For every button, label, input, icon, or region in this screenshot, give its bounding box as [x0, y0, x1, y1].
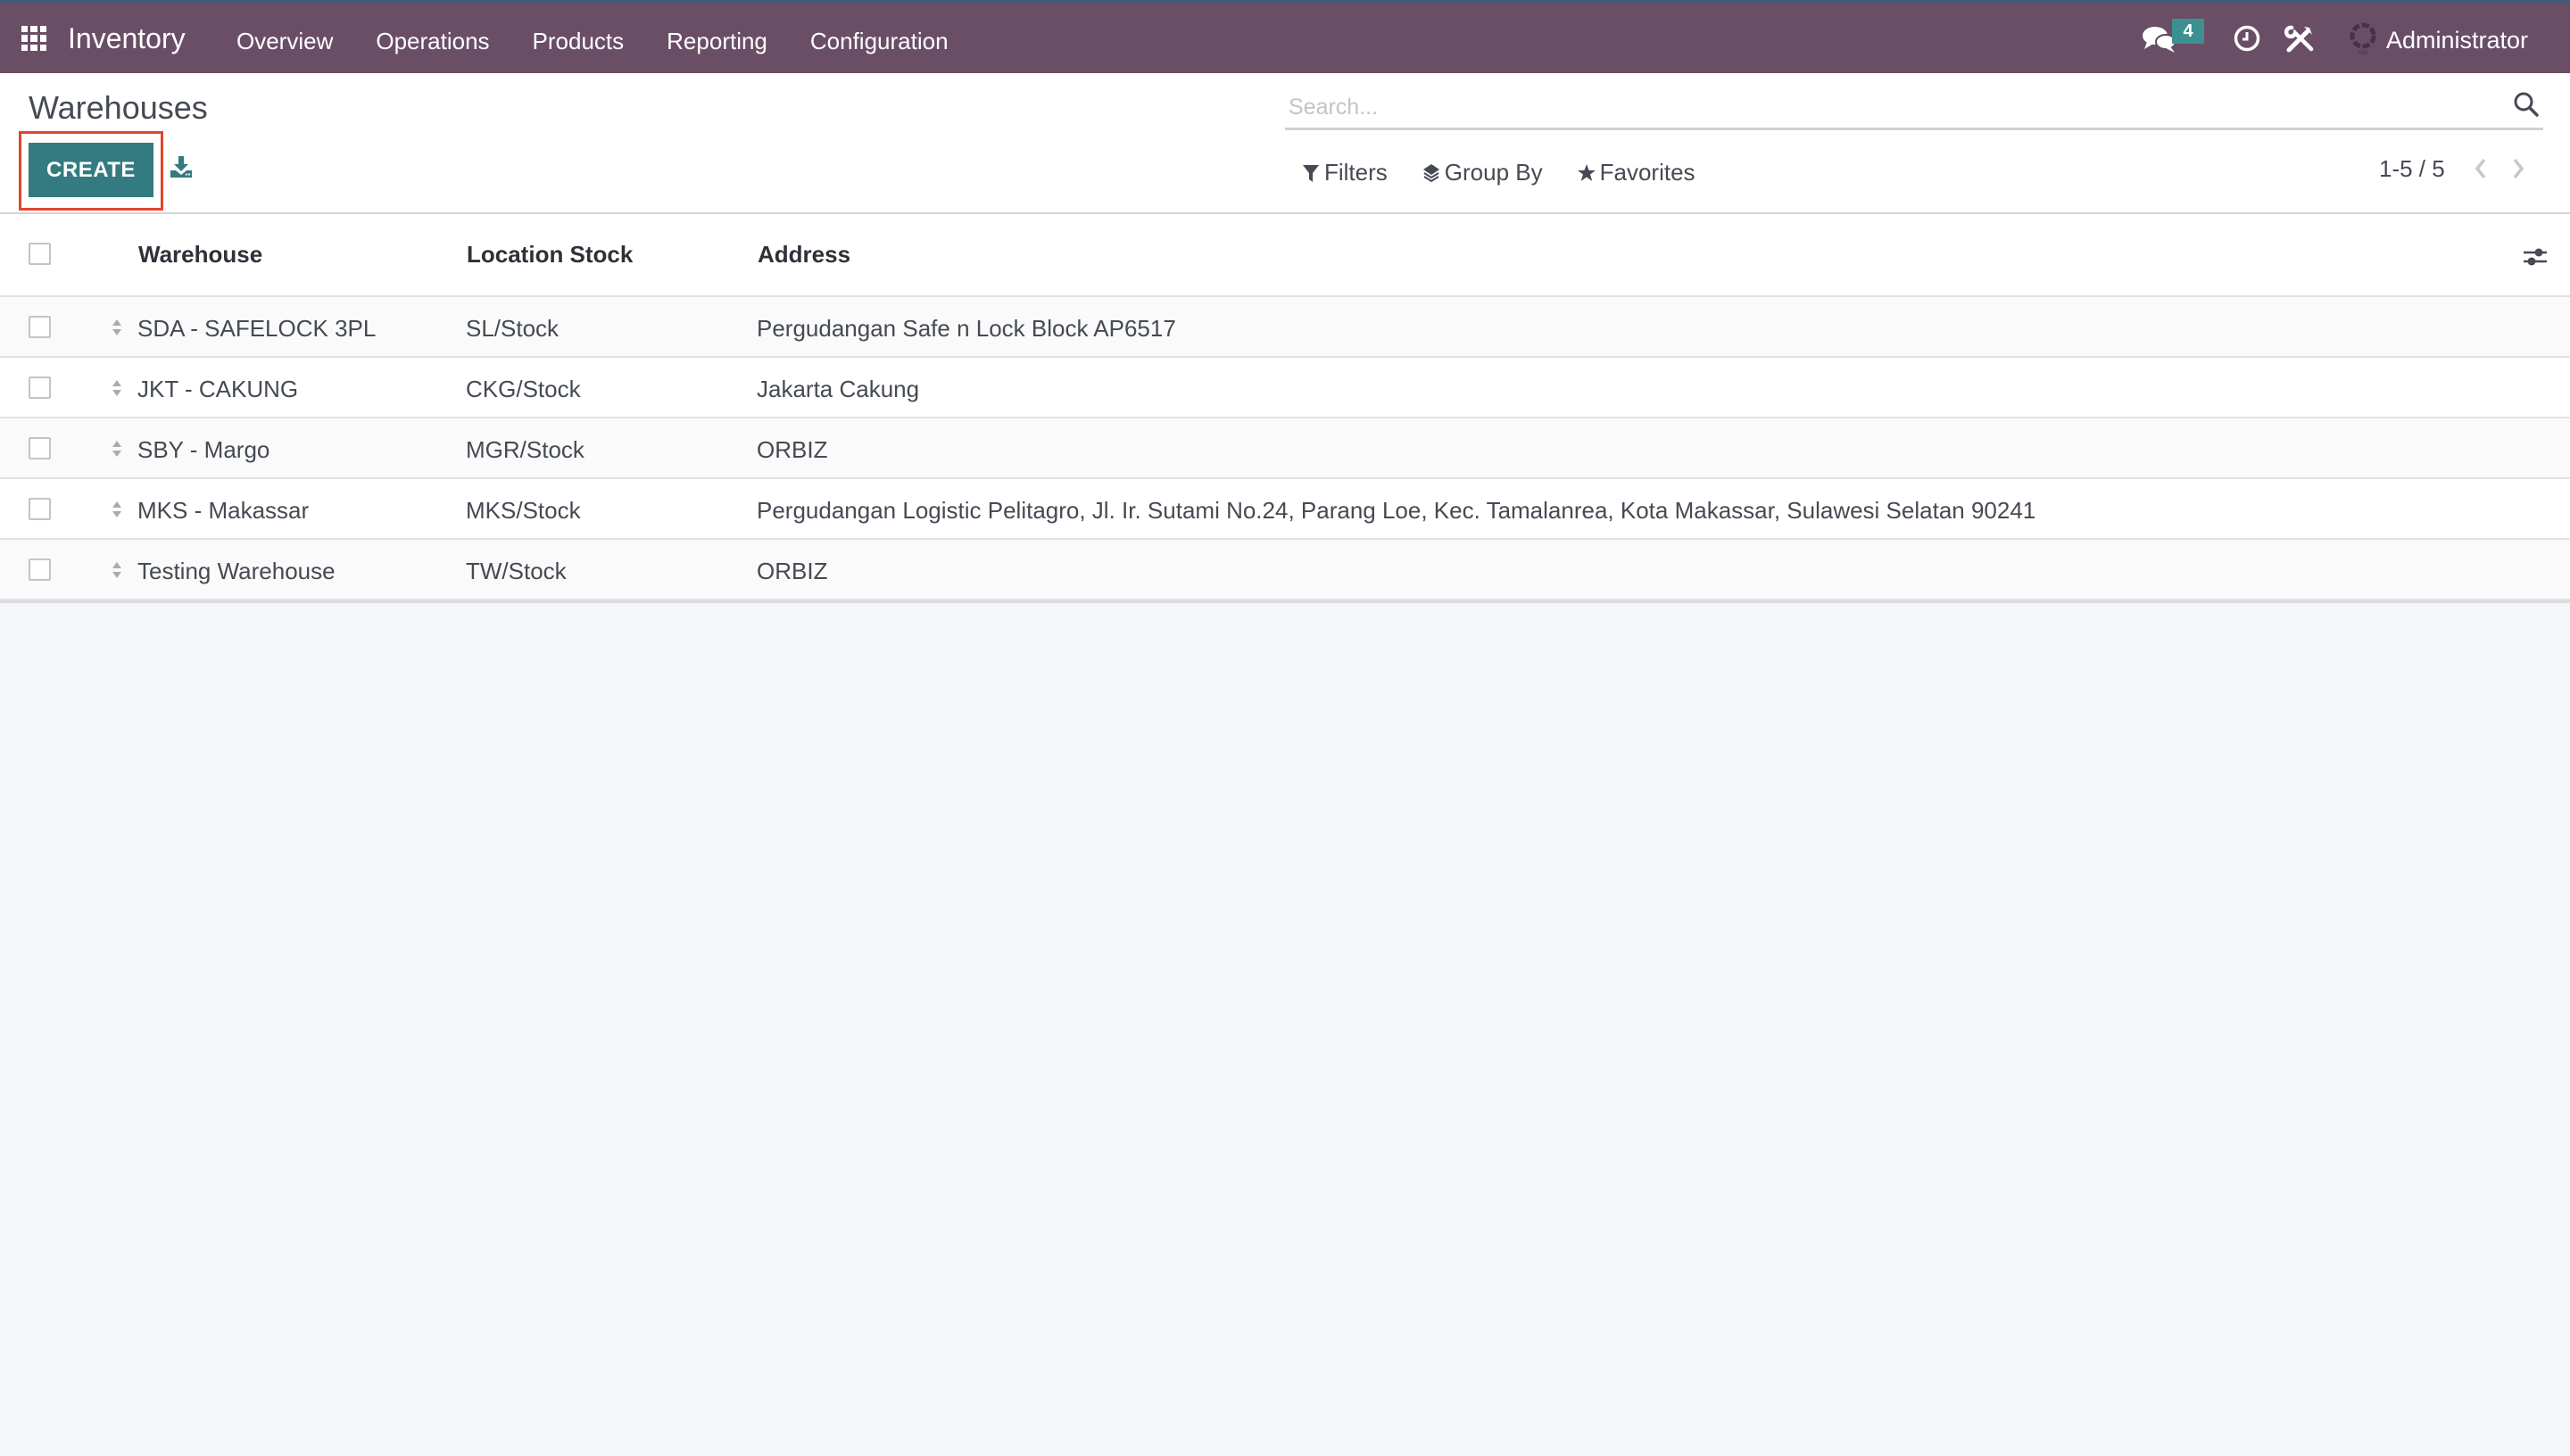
pager-value[interactable]: 1-5 / 5 — [2379, 155, 2445, 183]
export-download-icon[interactable] — [170, 155, 193, 178]
row-checkbox[interactable] — [29, 316, 51, 338]
cell-address: ORBIZ — [757, 436, 828, 463]
row-checkbox[interactable] — [29, 498, 51, 520]
column-header-address[interactable]: Address — [758, 241, 850, 269]
search-options: Filters Group By Favorites — [1301, 159, 1695, 186]
cell-warehouse: SBY - Margo — [137, 436, 270, 463]
top-navbar: Inventory Overview Operations Products R… — [0, 0, 2570, 73]
table-row[interactable]: MKS - Makassar MKS/Stock Pergudangan Log… — [0, 479, 2570, 540]
cell-location-stock: MKS/Stock — [466, 497, 581, 524]
search-icon[interactable] — [2513, 91, 2540, 118]
cell-location-stock: MGR/Stock — [466, 436, 584, 463]
control-panel: Warehouses CREATE Filters Group By F — [0, 73, 2570, 214]
drag-handle-icon[interactable] — [110, 438, 124, 459]
group-by-label: Group By — [1444, 159, 1543, 186]
table-row[interactable]: SDA - SAFELOCK 3PL SL/Stock Pergudangan … — [0, 297, 2570, 358]
menu-reporting[interactable]: Reporting — [667, 28, 767, 55]
filters-button[interactable]: Filters — [1301, 159, 1388, 186]
column-header-location-stock[interactable]: Location Stock — [467, 241, 633, 269]
debug-tools-icon[interactable] — [2284, 22, 2317, 54]
apps-menu-icon[interactable] — [21, 26, 46, 51]
cell-warehouse: Testing Warehouse — [137, 558, 336, 584]
optional-columns-sliders-icon[interactable] — [2522, 244, 2549, 269]
drag-handle-icon[interactable] — [110, 317, 124, 338]
menu-configuration[interactable]: Configuration — [810, 28, 949, 55]
create-button[interactable]: CREATE — [29, 143, 153, 197]
table-row[interactable]: SBY - Margo MGR/Stock ORBIZ — [0, 418, 2570, 479]
main-menu: Overview Operations Products Reporting C… — [236, 28, 949, 55]
menu-overview[interactable]: Overview — [236, 28, 333, 55]
company-logo-avatar[interactable]: RBI — [2347, 21, 2379, 56]
cell-warehouse: JKT - CAKUNG — [137, 376, 299, 402]
user-menu[interactable]: Administrator — [2386, 27, 2528, 54]
breadcrumb-title: Warehouses — [29, 89, 208, 126]
cell-warehouse: MKS - Makassar — [137, 497, 310, 524]
drag-handle-icon[interactable] — [110, 559, 124, 581]
menu-operations[interactable]: Operations — [376, 28, 489, 55]
activity-clock-icon[interactable] — [2233, 24, 2261, 53]
filter-funnel-icon — [1303, 164, 1319, 182]
row-checkbox[interactable] — [29, 437, 51, 459]
drag-handle-icon[interactable] — [110, 499, 124, 520]
cell-location-stock: SL/Stock — [466, 315, 560, 342]
cell-address: Pergudangan Safe n Lock Block AP6517 — [757, 315, 1176, 342]
star-icon — [1577, 163, 1596, 181]
app-name[interactable]: Inventory — [68, 22, 186, 55]
cell-address: Pergudangan Logistic Pelitagro, Jl. Ir. … — [757, 497, 2036, 524]
select-all-checkbox[interactable] — [29, 243, 51, 265]
cell-location-stock: CKG/Stock — [466, 376, 581, 402]
favorites-label: Favorites — [1599, 159, 1695, 186]
table-header: Warehouse Location Stock Address — [0, 214, 2570, 297]
cell-location-stock: TW/Stock — [466, 558, 567, 584]
messages-badge: 4 — [2172, 19, 2204, 44]
search-bar — [1285, 84, 2543, 130]
layers-icon — [1422, 163, 1439, 182]
row-checkbox[interactable] — [29, 376, 51, 399]
warehouse-list-table: Warehouse Location Stock Address SDA - S… — [0, 214, 2570, 603]
table-row[interactable]: Testing Warehouse TW/Stock ORBIZ — [0, 540, 2570, 600]
search-input[interactable] — [1289, 91, 2449, 123]
table-row[interactable]: JKT - CAKUNG CKG/Stock Jakarta Cakung — [0, 358, 2570, 418]
cell-address: ORBIZ — [757, 558, 828, 584]
pager-next-icon[interactable] — [2509, 155, 2527, 182]
group-by-button[interactable]: Group By — [1422, 159, 1543, 186]
cell-address: Jakarta Cakung — [757, 376, 920, 402]
cell-warehouse: SDA - SAFELOCK 3PL — [137, 315, 377, 342]
favorites-button[interactable]: Favorites — [1577, 159, 1695, 186]
filters-label: Filters — [1324, 159, 1388, 186]
column-header-warehouse[interactable]: Warehouse — [138, 241, 262, 269]
svg-text:RBI: RBI — [2359, 51, 2367, 56]
pager-previous-icon[interactable] — [2472, 155, 2490, 182]
menu-products[interactable]: Products — [533, 28, 625, 55]
row-checkbox[interactable] — [29, 558, 51, 581]
table-body: SDA - SAFELOCK 3PL SL/Stock Pergudangan … — [0, 297, 2570, 603]
drag-handle-icon[interactable] — [110, 377, 124, 399]
